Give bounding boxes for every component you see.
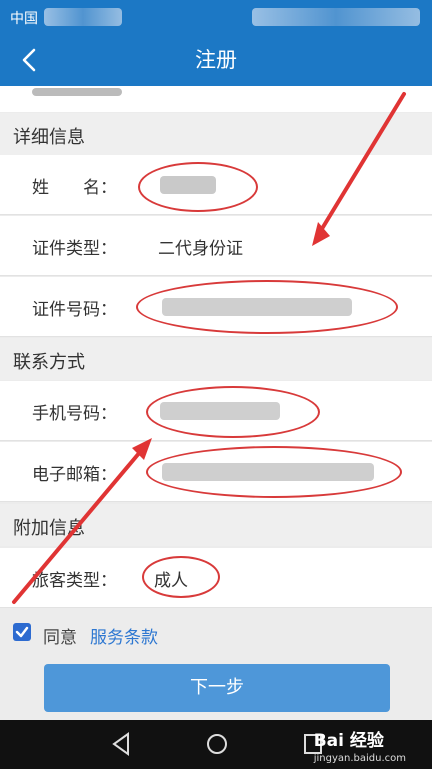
next-step-button[interactable]: 下一步 (44, 664, 390, 712)
terms-link[interactable]: 服务条款 (90, 623, 158, 648)
annotation-ellipse-phone (146, 386, 320, 438)
status-icons-blurred (44, 8, 122, 26)
status-bar: 中国 (0, 0, 432, 34)
chevron-left-icon (22, 48, 36, 72)
phone-label: 手机号码： (32, 404, 117, 424)
annotation-ellipse-id-number (136, 280, 398, 334)
annotation-ellipse-passenger-type (142, 556, 220, 598)
system-nav-bar: Bai 经验 jingyan.baidu.com (0, 720, 432, 769)
id-type-row[interactable]: 证件类型： 二代身份证 (0, 216, 432, 276)
watermark: Bai 经验 jingyan.baidu.com (314, 726, 406, 764)
back-button[interactable] (14, 44, 50, 76)
annotation-ellipse-email (146, 446, 402, 498)
agree-checkbox[interactable] (13, 623, 31, 641)
agreement-row: 同意 服务条款 (0, 610, 432, 656)
section-header-extra: 附加信息 (0, 504, 432, 546)
app-bar: 注册 (0, 34, 432, 86)
watermark-text: Bai 经验 (313, 731, 384, 751)
id-type-label: 证件类型： (32, 239, 117, 259)
partial-text-blurred (32, 88, 122, 96)
carrier-label: 中国 (10, 11, 38, 27)
status-right-blurred (252, 8, 420, 26)
section-title: 附加信息 (13, 518, 85, 539)
id-number-label: 证件号码： (32, 300, 117, 320)
name-label: 姓 名： (32, 178, 117, 198)
watermark-url: jingyan.baidu.com (313, 753, 406, 764)
passenger-type-label: 旅客类型： (32, 571, 117, 591)
agree-label: 同意 (43, 628, 77, 648)
nav-home-icon[interactable] (205, 730, 229, 758)
nav-back-icon[interactable] (110, 730, 134, 758)
section-header-details: 详细信息 (0, 113, 432, 155)
checkmark-icon (15, 626, 29, 638)
scrolled-row-partial (0, 86, 432, 112)
page-title: 注册 (195, 48, 237, 72)
annotation-ellipse-name (138, 162, 258, 212)
email-label: 电子邮箱： (32, 465, 117, 485)
section-header-contact: 联系方式 (0, 338, 432, 380)
section-title: 详细信息 (13, 127, 85, 148)
id-type-value[interactable]: 二代身份证 (158, 234, 243, 259)
section-title: 联系方式 (13, 352, 85, 373)
